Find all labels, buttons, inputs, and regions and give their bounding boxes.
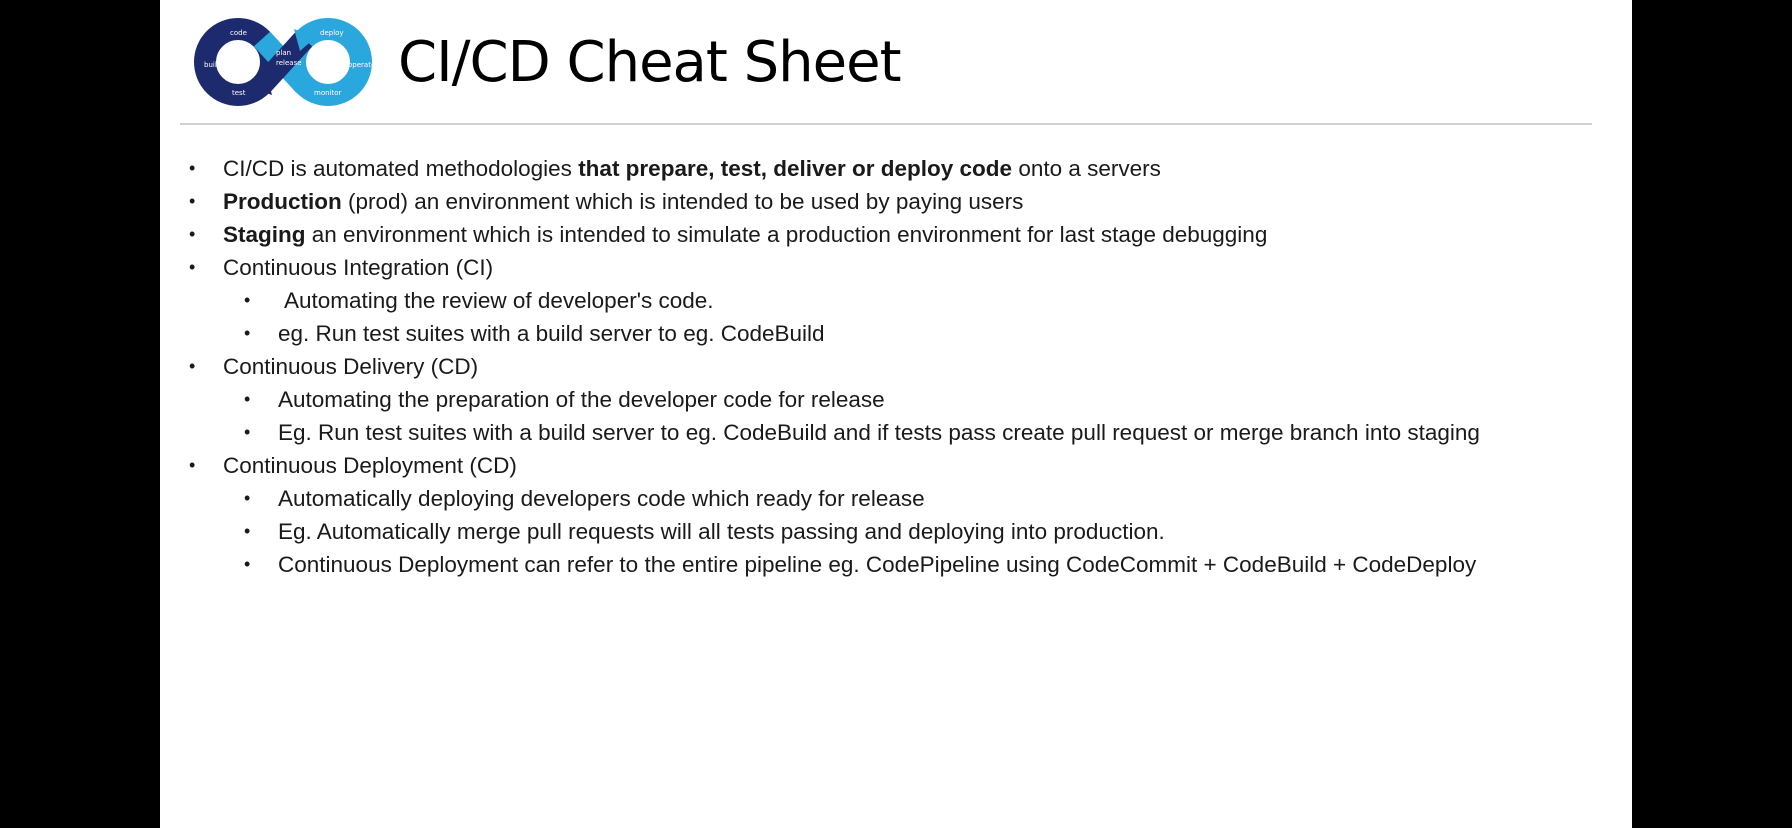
logo-label: test [232, 89, 246, 97]
bullet-dot-icon: • [244, 521, 251, 541]
bullet-text-part: Continuous Delivery (CD) [223, 354, 479, 379]
sub-bullet-item: • Continuous Deployment can refer to the … [160, 548, 1632, 581]
bullet-text-bold: that prepare, test, deliver or deploy co… [578, 156, 1013, 181]
logo-label: build [204, 61, 221, 69]
infinity-loop-logo-icon: code build test release deploy operate m… [194, 18, 375, 106]
sub-bullet-item: • Eg. Run test suites with a build server… [160, 416, 1632, 449]
bullet-text-part: Automatically deploying developers code … [278, 486, 925, 511]
logo-label: code [230, 29, 247, 37]
sub-bullet-item: • eg. Run test suites with a build server… [160, 317, 1632, 350]
bullet-item: • Continuous Deployment (CD) [160, 449, 1632, 482]
logo-label: operate [348, 61, 375, 69]
bullet-text: Continuous Delivery (CD) [223, 350, 478, 383]
sub-bullet-item: • Automating the preparation of the devel… [160, 383, 1632, 416]
title-divider [180, 123, 1592, 125]
bullet-text: Automating the review of developer's cod… [284, 284, 714, 317]
bullet-text: Continuous Deployment can refer to the e… [278, 548, 1476, 581]
bullet-dot-icon: • [189, 191, 196, 211]
bullet-item: • Staging an environment which is intende… [160, 218, 1632, 251]
bullet-text-part: (prod) an environment which is intended … [341, 189, 1024, 214]
bullet-item: • Production (prod) an environment which … [160, 185, 1632, 218]
bullet-text: Production (prod) an environment which i… [223, 185, 1023, 218]
bullet-dot-icon: • [189, 224, 196, 244]
bullet-text-part: CI/CD is automated methodologies [223, 156, 579, 181]
bullet-text-part: Automating the preparation of the develo… [278, 387, 885, 412]
bullet-dot-icon: • [244, 488, 251, 508]
bullet-item: • Continuous Delivery (CD) [160, 350, 1632, 383]
bullet-text-part: Continuous Deployment (CD) [223, 453, 517, 478]
bullet-text-part: Continuous Integration (CI) [223, 255, 494, 280]
bullet-text: Continuous Deployment (CD) [223, 449, 517, 482]
logo-label: monitor [314, 89, 342, 97]
bullet-text: Automating the preparation of the develo… [278, 383, 885, 416]
page-title: CI/CD Cheat Sheet [398, 29, 902, 95]
slide-header: code build test release deploy operate m… [190, 12, 902, 112]
bullet-text: CI/CD is automated methodologies that pr… [223, 152, 1161, 185]
bullet-text: Staging an environment which is intended… [223, 218, 1267, 251]
bullet-dot-icon: • [244, 554, 251, 574]
bullet-text: Automatically deploying developers code … [278, 482, 925, 515]
bullet-text-bold: Staging [223, 222, 306, 247]
bullet-text-part: Eg. Run test suites with a build server … [278, 420, 1480, 445]
sub-bullet-item: • Eg. Automatically merge pull requests w… [160, 515, 1632, 548]
sub-bullet-item: • Automatically deploying developers code… [160, 482, 1632, 515]
bullet-item: • Continuous Integration (CI) [160, 251, 1632, 284]
bullet-text-part: eg. Run test suites with a build server … [278, 321, 825, 346]
bullet-dot-icon: • [244, 323, 251, 343]
bullet-text: Continuous Integration (CI) [223, 251, 493, 284]
bullet-text-part: Automating the review of developer's cod… [284, 288, 714, 313]
bullet-dot-icon: • [244, 422, 251, 442]
sub-bullet-item: • Automating the review of developer's co… [160, 284, 1632, 317]
logo-label: plan [276, 49, 291, 57]
bullet-text-part: onto a servers [1012, 156, 1161, 181]
slide: code build test release deploy operate m… [160, 0, 1632, 828]
logo-label: deploy [320, 29, 344, 37]
bullet-dot-icon: • [189, 158, 196, 178]
bullet-dot-icon: • [244, 290, 251, 310]
bullet-text: eg. Run test suites with a build server … [278, 317, 825, 350]
bullet-text: Eg. Run test suites with a build server … [278, 416, 1480, 449]
bullet-text-part: Eg. Automatically merge pull requests wi… [278, 519, 1165, 544]
bullet-dot-icon: • [244, 389, 251, 409]
logo-label: release [276, 59, 302, 67]
bullet-dot-icon: • [189, 257, 196, 277]
bullet-text-part: an environment which is intended to simu… [305, 222, 1268, 247]
bullet-text: Eg. Automatically merge pull requests wi… [278, 515, 1165, 548]
bullet-text-part: Continuous Deployment can refer to the e… [278, 552, 1477, 577]
bullet-text-bold: Production [223, 189, 342, 214]
bullet-dot-icon: • [189, 356, 196, 376]
bullet-item: • CI/CD is automated methodologies that p… [160, 152, 1632, 185]
bullet-list: • CI/CD is automated methodologies that p… [160, 152, 1632, 581]
bullet-dot-icon: • [189, 455, 196, 475]
